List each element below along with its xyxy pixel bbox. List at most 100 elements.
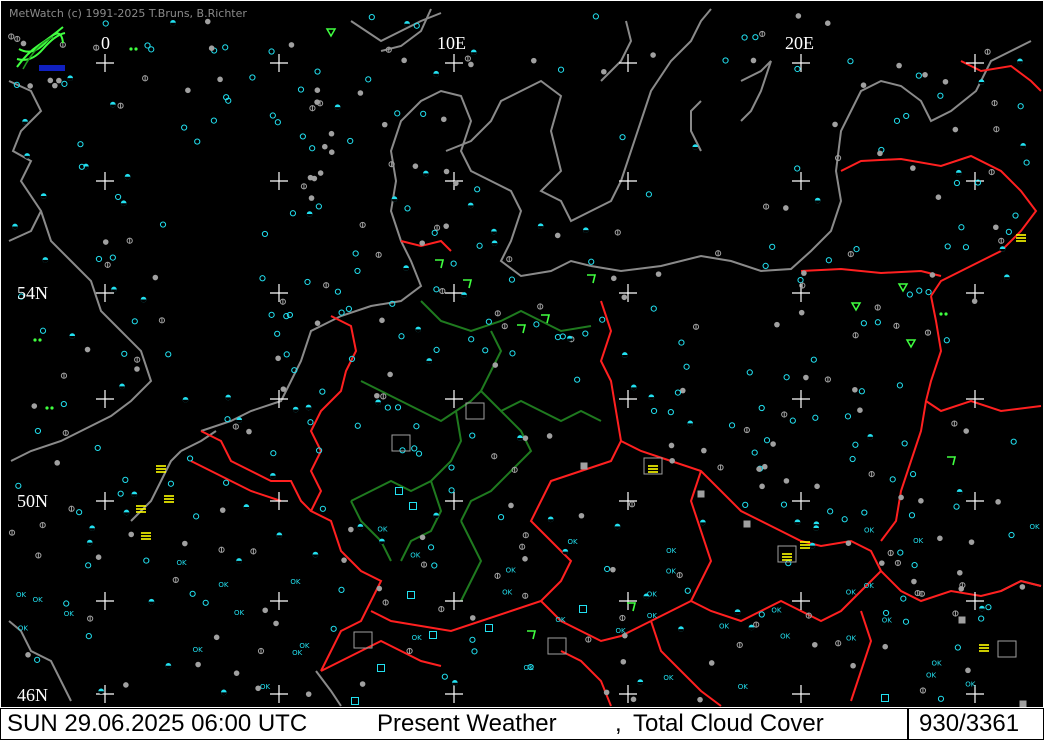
country-border-segment [400, 239, 452, 252]
clear-sky-circle [896, 382, 903, 389]
overcast-circle [929, 272, 936, 278]
partly-cloudy-half [123, 512, 130, 516]
clear-sky-circle [469, 432, 476, 439]
coastline-segment [130, 450, 182, 522]
clear-sky-circle [762, 262, 769, 270]
coastlines [8, 8, 1042, 707]
partly-cloudy-half [470, 52, 477, 56]
country-border-segment [924, 295, 1042, 413]
overcast-circle [701, 447, 707, 454]
clear-sky-circle [144, 42, 151, 49]
lon-label-0: 0 [101, 33, 110, 53]
clear-sky-circle [60, 400, 67, 408]
clear-sky-circle [962, 244, 970, 251]
clear-sky-circle [399, 447, 406, 454]
overcast-circle [328, 149, 335, 155]
drizzle-dot [944, 312, 948, 316]
partly-cloudy-half [517, 437, 523, 441]
clear-sky-circle [330, 625, 337, 632]
clear-sky-circle [746, 369, 753, 376]
overcast-circle [650, 52, 656, 58]
clear-sky-circle [650, 305, 657, 312]
clear-sky-circle [825, 257, 832, 264]
clear-sky-circle [189, 590, 196, 597]
weather-map[interactable]: OK OK OK OK OK OK OK OK OK OK OK OK OK OK OK OK OK OK OK OK… [0, 0, 1044, 708]
clear-sky-circle [728, 422, 736, 429]
ok-station-label: OK [299, 642, 310, 650]
clear-sky-circle [588, 258, 595, 265]
overcast-circle [630, 696, 637, 703]
partly-cloudy-half [170, 22, 176, 26]
clear-sky-circle [304, 278, 311, 286]
clear-sky-circle [645, 191, 652, 198]
clear-sky-circle [900, 595, 907, 602]
clear-sky-circle [482, 347, 489, 354]
country-border-segment [200, 430, 312, 512]
overcast-circle [25, 652, 31, 658]
clear-sky-circle [752, 34, 759, 41]
clear-sky-circle [109, 254, 116, 261]
clear-sky-circle [289, 210, 297, 217]
ok-station-label: OK [193, 646, 204, 654]
clear-sky-circle [94, 444, 101, 452]
partly-cloudy-half [292, 409, 299, 413]
coastline-segment [590, 40, 1032, 273]
overcast-circle [468, 61, 474, 68]
boxed-station [353, 631, 373, 649]
clear-sky-circle [268, 311, 275, 318]
overcast-circle [134, 366, 140, 372]
coastline-segment [690, 100, 702, 152]
overcast-circle [530, 57, 537, 64]
grid-cross [966, 492, 984, 510]
station-square [395, 487, 403, 495]
state-border-segment [480, 390, 602, 423]
clear-sky-circle [334, 288, 342, 295]
partly-cloudy-half [119, 386, 125, 390]
clear-sky-circle [485, 318, 492, 325]
ok-station-label: OK [913, 537, 924, 545]
partly-cloudy-half [334, 107, 341, 110]
clear-sky-circle [431, 229, 438, 236]
overcast-circle [440, 116, 447, 123]
clear-sky-circle [944, 243, 951, 250]
clear-sky-circle [742, 501, 749, 508]
metwatch-logo-icon[interactable] [13, 23, 67, 73]
grid-cross [445, 492, 463, 510]
clear-sky-circle [667, 409, 674, 416]
overcast-circle [305, 691, 312, 697]
clear-sky-circle [15, 482, 22, 489]
overcast-circle [993, 224, 999, 231]
clear-sky-circle [861, 509, 868, 516]
clear-sky-circle [509, 350, 516, 357]
lat-label-50n: 50N [17, 491, 48, 511]
clear-sky-circle [181, 124, 188, 131]
clear-sky-circle [497, 514, 505, 521]
station-square [881, 694, 889, 702]
overcast-circle [935, 194, 942, 201]
clear-sky-circle [249, 74, 256, 81]
ok-station-label: OK [666, 547, 677, 555]
overcast-circle [401, 57, 407, 64]
clear-sky-circle [741, 34, 748, 41]
clear-sky-circle [769, 243, 776, 250]
overcast-circle [824, 20, 831, 26]
ok-station-label: OK [931, 660, 942, 668]
clear-sky-circle [474, 186, 481, 193]
coastline-segment [740, 60, 772, 122]
country-border-segment [960, 60, 1042, 92]
clear-sky-circle [812, 414, 819, 421]
partly-cloudy-half [794, 522, 801, 525]
partly-cloudy-half [461, 294, 467, 298]
clear-sky-circle [915, 72, 922, 79]
clear-sky-circle [1012, 212, 1019, 219]
grid-cross [96, 172, 114, 190]
clear-sky-circle [261, 230, 269, 238]
clear-sky-circle [674, 389, 682, 396]
clear-sky-circle [394, 404, 402, 411]
ok-station-label: OK [965, 681, 976, 689]
clear-sky-circle [1023, 159, 1030, 166]
partly-cloudy-half [955, 172, 962, 176]
map-canvas[interactable]: OK OK OK OK OK OK OK OK OK OK OK OK OK OK OK OK OK OK OK OK… [1, 1, 1043, 707]
clear-sky-circle [352, 250, 359, 257]
ok-station-label: OK [410, 551, 421, 559]
